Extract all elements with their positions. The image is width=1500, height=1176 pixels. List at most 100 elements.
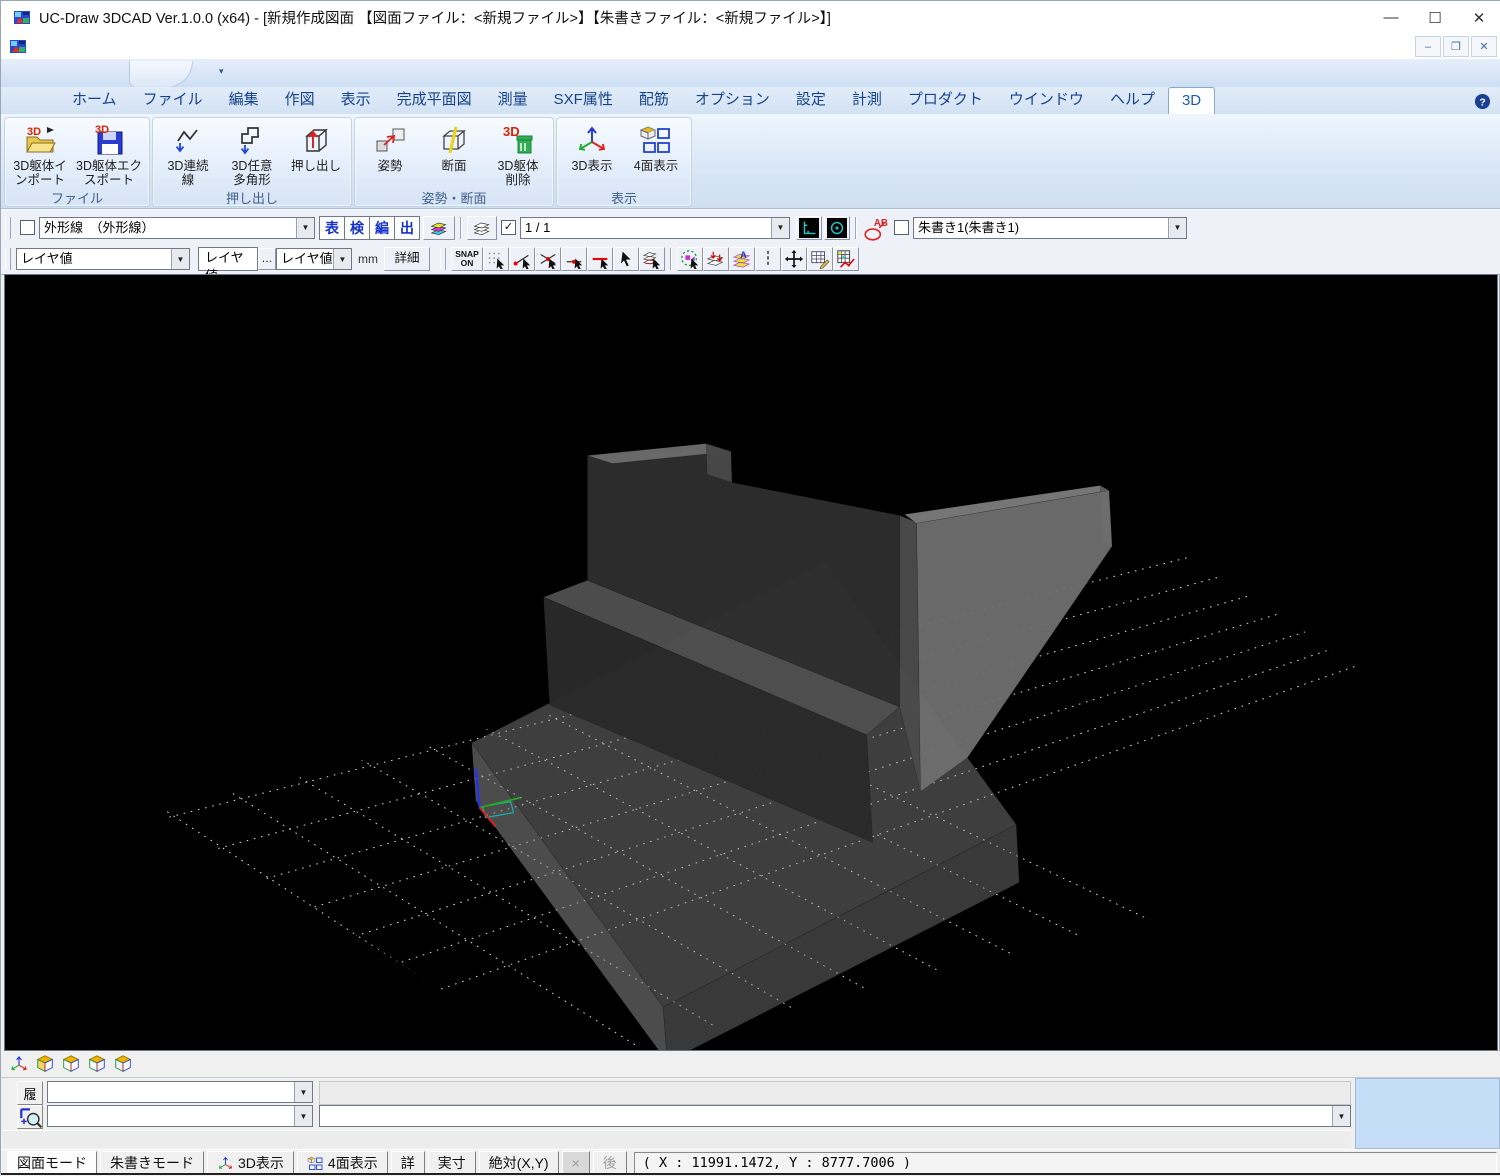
layers-white-icon[interactable]	[467, 216, 497, 240]
tab-9[interactable]: オプション	[682, 84, 783, 114]
tab-3d-active[interactable]: 3D	[1168, 87, 1215, 114]
maximize-button[interactable]: ☐	[1413, 1, 1457, 34]
tab-6[interactable]: 測量	[485, 84, 541, 114]
toolbar-grip[interactable]	[5, 248, 11, 270]
tab-8[interactable]: 配筋	[626, 84, 682, 114]
select-arrow-icon[interactable]	[613, 247, 639, 271]
detail-button[interactable]: 詳細	[384, 247, 430, 271]
table-graph-icon[interactable]	[833, 247, 859, 271]
detail-toggle-button[interactable]: 詳	[391, 1151, 425, 1175]
chevron-down-icon[interactable]: ▼	[1168, 218, 1186, 238]
ribbon-button-3D躯体インポート[interactable]: 3D3D躯体イ ンポート	[8, 120, 72, 188]
layer-combo-2[interactable]: レイヤ値 ▼	[276, 248, 352, 270]
tab-1[interactable]: ファイル	[130, 84, 216, 114]
chevron-down-icon[interactable]: ▼	[294, 1106, 312, 1126]
outline-combo[interactable]: 外形線 （外形線） ▼	[39, 217, 315, 239]
ribbon-button-3D躯体削除[interactable]: 3D3D躯体 削除	[486, 120, 550, 188]
absolute-xy-button[interactable]: 絶対(X,Y)	[479, 1151, 559, 1175]
status-bar: 図面モード 朱書きモード 3D表示 4面表示 詳 実寸 絶対(X,Y) × 後 …	[1, 1149, 1500, 1176]
toolbar-grip[interactable]	[5, 217, 11, 239]
toolbar-grip[interactable]	[440, 248, 446, 270]
zoom-drawing-icon[interactable]	[17, 1105, 43, 1129]
iso-view-4-icon[interactable]	[111, 1053, 135, 1076]
layers-text-icon[interactable]: A	[729, 247, 755, 271]
origin-icon[interactable]	[824, 216, 850, 240]
iso-view-2-icon[interactable]	[59, 1053, 83, 1076]
chevron-down-icon[interactable]: ▼	[771, 218, 789, 238]
ribbon-button-断面[interactable]: 断面	[422, 120, 486, 173]
tab-0[interactable]: ホーム	[59, 84, 130, 114]
redline-mode-button[interactable]: 朱書きモード	[100, 1151, 204, 1175]
mdi-restore-button[interactable]: ❐	[1443, 36, 1469, 57]
page-checkbox[interactable]: ✓	[501, 220, 516, 235]
chevron-down-icon[interactable]: ▼	[294, 1082, 312, 1102]
command-combo-1[interactable]: ▼	[47, 1081, 313, 1103]
tab-12[interactable]: プロダクト	[895, 84, 996, 114]
close-button[interactable]: ✕	[1457, 1, 1500, 34]
iso-view-3-icon[interactable]	[85, 1053, 109, 1076]
rotate-view-icon[interactable]	[7, 1053, 31, 1076]
snap-online-icon[interactable]	[587, 247, 613, 271]
snap-intersection-icon[interactable]	[535, 247, 561, 271]
chevron-down-icon[interactable]: ▼	[296, 218, 314, 238]
iso-view-1-icon[interactable]	[33, 1053, 57, 1076]
drawing-mode-button[interactable]: 図面モード	[7, 1151, 97, 1175]
ribbon-button-3D連続線[interactable]: 3D連続 線	[156, 120, 220, 188]
ribbon-button-3D躯体エクスポート[interactable]: 3D3D躯体エク スポート	[72, 120, 146, 188]
ribbon-button-押し出し[interactable]: 押し出し	[284, 120, 348, 173]
edit-button[interactable]: 編	[369, 216, 395, 240]
tab-13[interactable]: ウインドウ	[996, 84, 1097, 114]
more-button[interactable]: …	[258, 248, 276, 270]
pan-move-icon[interactable]	[781, 247, 807, 271]
dashed-line-icon[interactable]	[755, 247, 781, 271]
view-3d-button[interactable]: 3D表示	[207, 1151, 294, 1175]
snap-midpoint-icon[interactable]	[561, 247, 587, 271]
layer-combo[interactable]: レイヤ値 ▼	[16, 248, 190, 270]
layers-color-icon[interactable]	[423, 216, 455, 240]
help-icon[interactable]: ?	[1474, 93, 1491, 110]
tab-3[interactable]: 作図	[272, 84, 328, 114]
outline-checkbox[interactable]	[20, 220, 35, 235]
redline-checkbox[interactable]	[894, 220, 909, 235]
minimize-button[interactable]: —	[1369, 1, 1413, 34]
snap-on-toggle[interactable]: SNAP ON	[451, 247, 483, 271]
wide-command-combo[interactable]: ▼	[319, 1105, 1351, 1127]
redline-combo[interactable]: 朱書き1(朱書き1) ▼	[913, 217, 1187, 239]
ribbon-button-3D表示[interactable]: 3D表示	[560, 120, 624, 173]
tab-7[interactable]: SXF属性	[541, 84, 626, 114]
snap-grid-icon[interactable]	[483, 247, 509, 271]
qat-dropdown-icon[interactable]: ▾	[219, 66, 224, 77]
axis-corner-icon[interactable]	[796, 216, 822, 240]
ribbon-button-姿勢[interactable]: 姿勢	[358, 120, 422, 173]
pick-settings-icon[interactable]	[677, 247, 703, 271]
tab-14[interactable]: ヘルプ	[1097, 84, 1168, 114]
chevron-down-icon[interactable]: ▼	[171, 249, 189, 269]
table-edit-icon[interactable]	[807, 247, 833, 271]
chevron-down-icon[interactable]: ▼	[1332, 1106, 1350, 1126]
mdi-close-button[interactable]: ✕	[1471, 36, 1497, 57]
output-button[interactable]: 出	[394, 216, 420, 240]
search-button[interactable]: 検	[344, 216, 370, 240]
toolbar-separator	[855, 217, 857, 239]
chevron-down-icon[interactable]: ▼	[333, 249, 351, 269]
tab-11[interactable]: 計測	[839, 84, 895, 114]
actual-size-button[interactable]: 実寸	[428, 1151, 476, 1175]
show-button[interactable]: 表	[319, 216, 345, 240]
tab-4[interactable]: 表示	[328, 84, 384, 114]
tab-10[interactable]: 設定	[783, 84, 839, 114]
command-combo-2[interactable]: ▼	[47, 1105, 313, 1127]
ribbon-button-4面表示[interactable]: 4面表示	[624, 120, 688, 173]
layers-arrows-icon[interactable]	[703, 247, 729, 271]
history-button[interactable]: 履	[17, 1081, 43, 1105]
redline-ab-icon[interactable]: AB	[862, 215, 890, 241]
tab-5[interactable]: 完成平面図	[384, 84, 485, 114]
mdi-minimize-button[interactable]: –	[1415, 36, 1441, 57]
tab-2[interactable]: 編集	[216, 84, 272, 114]
snap-endpoint-icon[interactable]	[509, 247, 535, 271]
page-combo[interactable]: 1 / 1 ▼	[520, 217, 790, 239]
ribbon-button-3D任意多角形[interactable]: 3D任意 多角形	[220, 120, 284, 188]
viewport-3d[interactable]	[4, 274, 1498, 1051]
layers-select-icon[interactable]	[639, 247, 665, 271]
window-bottom-edge	[1, 1173, 1500, 1175]
view-quad-button[interactable]: 4面表示	[297, 1151, 388, 1175]
